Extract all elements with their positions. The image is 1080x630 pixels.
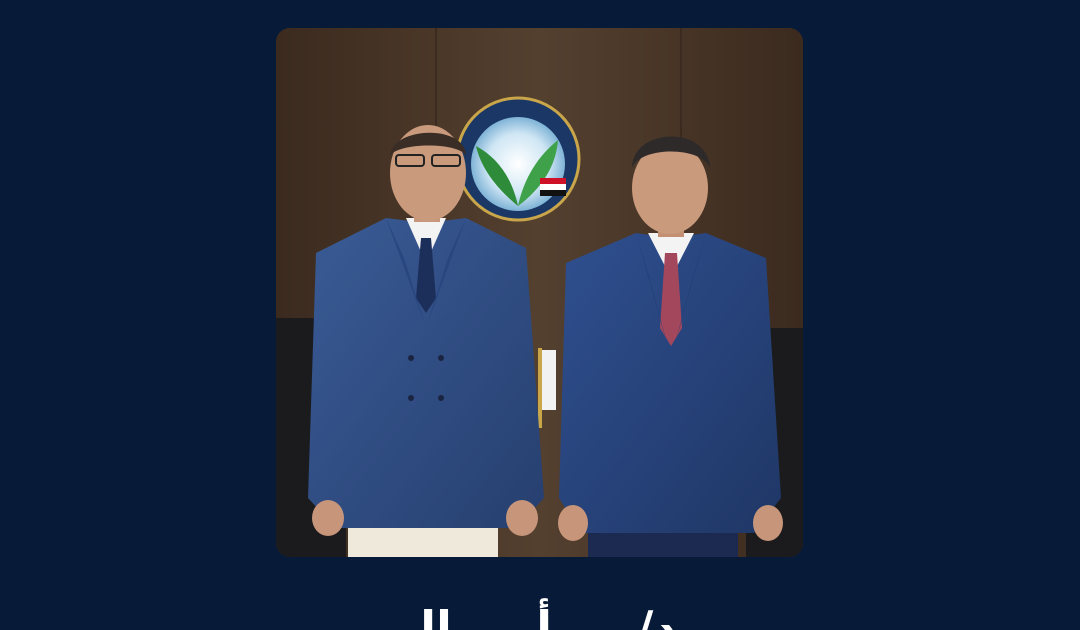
main-photo bbox=[276, 28, 803, 557]
photo-illustration bbox=[276, 28, 803, 557]
leaf-and-flag-emblem-icon bbox=[455, 96, 581, 222]
page: د/ ... أ ... الـ bbox=[0, 0, 1080, 630]
caption-text: د/ ... أ ... الـ bbox=[403, 601, 677, 630]
